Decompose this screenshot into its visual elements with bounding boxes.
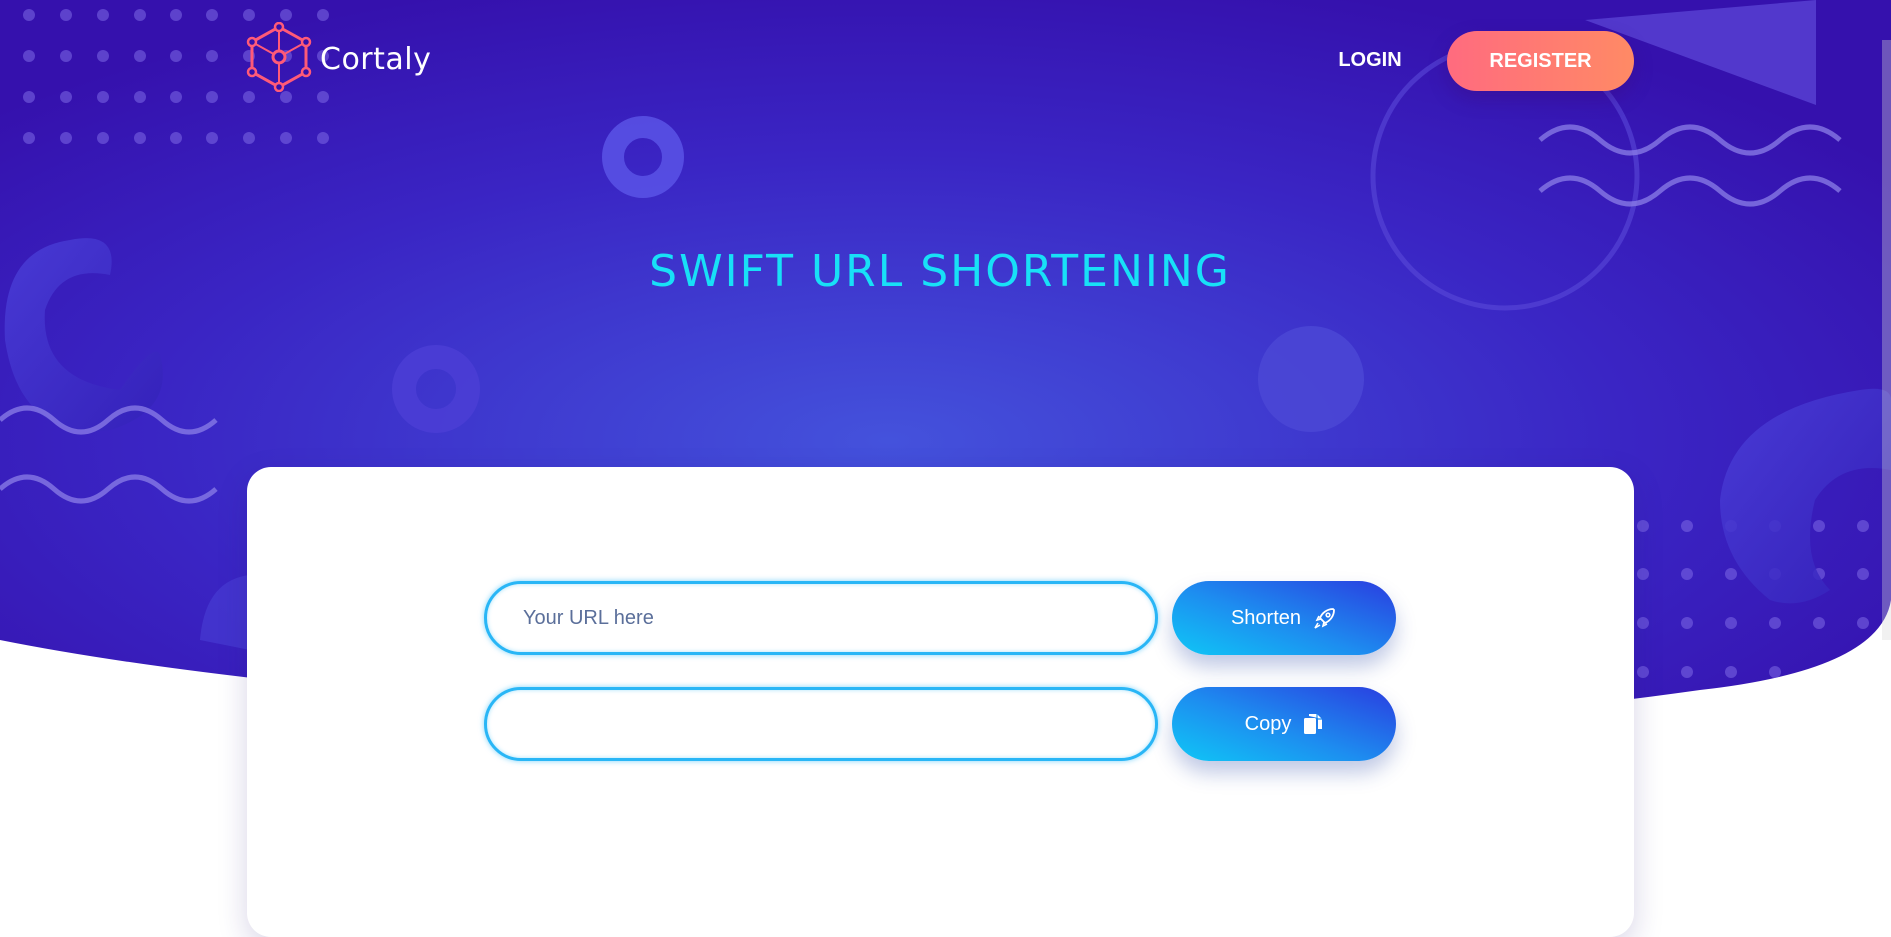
login-link[interactable]: LOGIN — [1320, 44, 1420, 76]
brand-logo[interactable]: Cortaly — [246, 21, 432, 97]
page-title: SWIFT URL SHORTENING — [649, 246, 1231, 297]
brand-name: Cortaly — [320, 42, 432, 77]
rocket-icon — [1313, 606, 1337, 630]
copy-icon — [1303, 713, 1323, 735]
copy-button-label: Copy — [1244, 712, 1292, 735]
shorten-button-label: Shorten — [1230, 606, 1302, 629]
url-input[interactable] — [484, 581, 1158, 655]
copy-button[interactable]: Copy — [1172, 687, 1396, 761]
shorten-button[interactable]: Shorten — [1172, 581, 1396, 655]
register-button[interactable]: REGISTER — [1447, 31, 1634, 91]
short-url-output[interactable] — [484, 687, 1158, 761]
hexagon-network-icon — [246, 21, 312, 97]
